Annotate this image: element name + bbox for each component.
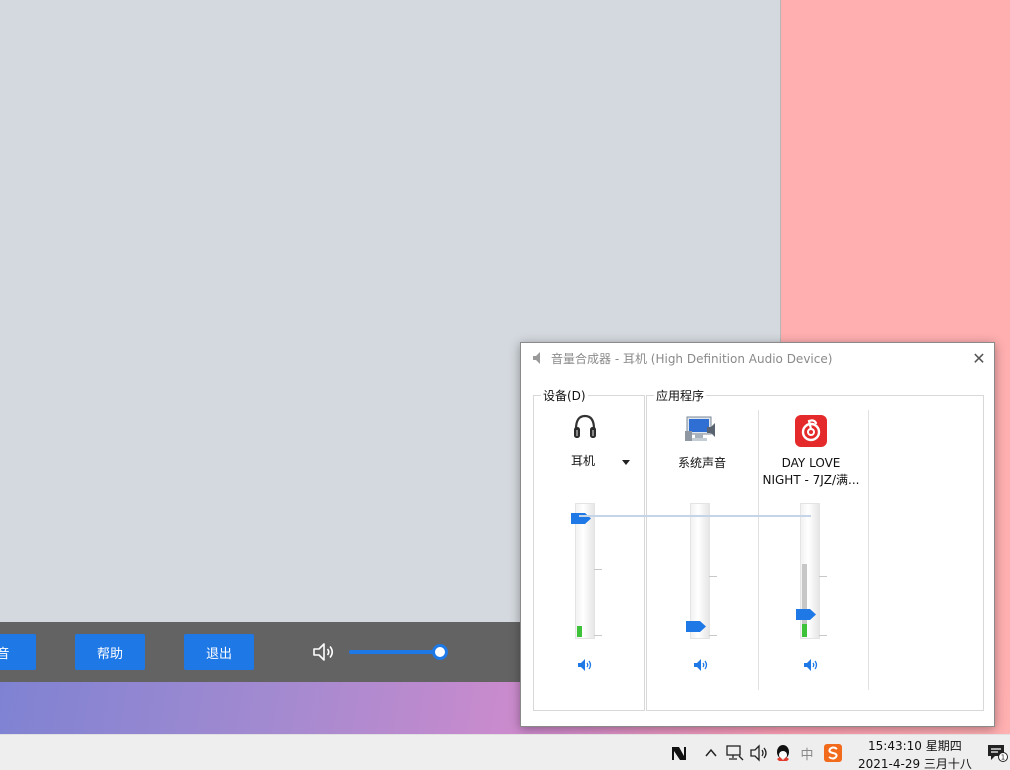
mixer-title: 音量合成器 - 耳机 (High Definition Audio Device… <box>551 352 833 366</box>
slider-tick <box>594 635 602 636</box>
app-name-line2: NIGHT - 7JZ/满... <box>762 473 860 487</box>
help-button[interactable]: 帮助 <box>75 634 145 670</box>
device-mute-button[interactable] <box>576 657 594 673</box>
music-volume-slider[interactable] <box>796 503 827 639</box>
taskbar-clock-date[interactable]: 2021-4-29 三月十八 <box>858 755 978 770</box>
mixer-titlebar[interactable]: 音量合成器 - 耳机 (High Definition Audio Device… <box>521 343 994 373</box>
peak-meter-level <box>577 626 582 637</box>
app-name-music: DAY LOVE NIGHT - 7JZ/满... <box>761 455 861 489</box>
slider-thumb[interactable] <box>686 620 706 632</box>
taskbar: 中 15:43:10 星期四 2021-4-29 三月十八 1 <box>0 734 1010 770</box>
volume-slider-track <box>349 650 440 654</box>
device-name[interactable]: 耳机 <box>561 453 605 470</box>
volume-slider-thumb[interactable] <box>432 644 448 660</box>
system-sounds-icon[interactable] <box>685 415 719 445</box>
chevron-down-icon[interactable] <box>622 460 630 465</box>
devices-group-label: 设备(D) <box>541 387 588 404</box>
slider-thumb[interactable] <box>796 609 816 621</box>
music-mute-button[interactable] <box>802 657 820 673</box>
close-button[interactable]: ✕ <box>967 346 991 370</box>
exit-button[interactable]: 退出 <box>184 634 254 670</box>
notification-icon[interactable]: 1 <box>986 743 1008 763</box>
column-divider <box>758 410 759 690</box>
qq-icon[interactable] <box>773 743 793 763</box>
applications-group-label: 应用程序 <box>654 387 707 404</box>
notification-count: 1 <box>1001 754 1005 762</box>
slider-track <box>690 503 710 639</box>
slider-tick <box>709 635 717 636</box>
peak-meter-level <box>802 623 807 637</box>
slider-tick <box>594 569 602 570</box>
speaker-icon <box>533 352 540 364</box>
sogou-ime-icon[interactable] <box>823 743 843 763</box>
speaker-icon[interactable] <box>312 641 336 663</box>
volume-icon[interactable] <box>749 743 769 763</box>
taskbar-clock-time[interactable]: 15:43:10 星期四 <box>868 737 964 754</box>
app-volume-slider[interactable] <box>349 644 449 660</box>
slider-tick <box>819 635 827 636</box>
system-sounds-volume-slider[interactable] <box>686 503 717 639</box>
app-name-system-sounds: 系统声音 <box>677 456 726 470</box>
notion-icon[interactable] <box>670 743 688 763</box>
chevron-up-icon[interactable] <box>703 743 719 763</box>
headphones-icon[interactable] <box>573 413 597 441</box>
netease-music-icon[interactable] <box>795 415 827 447</box>
device-volume-slider[interactable] <box>571 503 602 639</box>
ime-indicator[interactable]: 中 <box>797 743 817 763</box>
volume-mixer-window: 音量合成器 - 耳机 (High Definition Audio Device… <box>520 342 995 727</box>
master-volume-line <box>579 515 811 517</box>
app-name-line1: DAY LOVE <box>781 456 841 470</box>
slider-tick <box>819 576 827 577</box>
close-icon: ✕ <box>972 348 986 368</box>
column-divider <box>868 410 869 690</box>
system-sounds-mute-button[interactable] <box>692 657 710 673</box>
network-icon[interactable] <box>725 743 745 763</box>
slider-tick <box>709 576 717 577</box>
voice-button[interactable]: 音 <box>0 634 36 670</box>
